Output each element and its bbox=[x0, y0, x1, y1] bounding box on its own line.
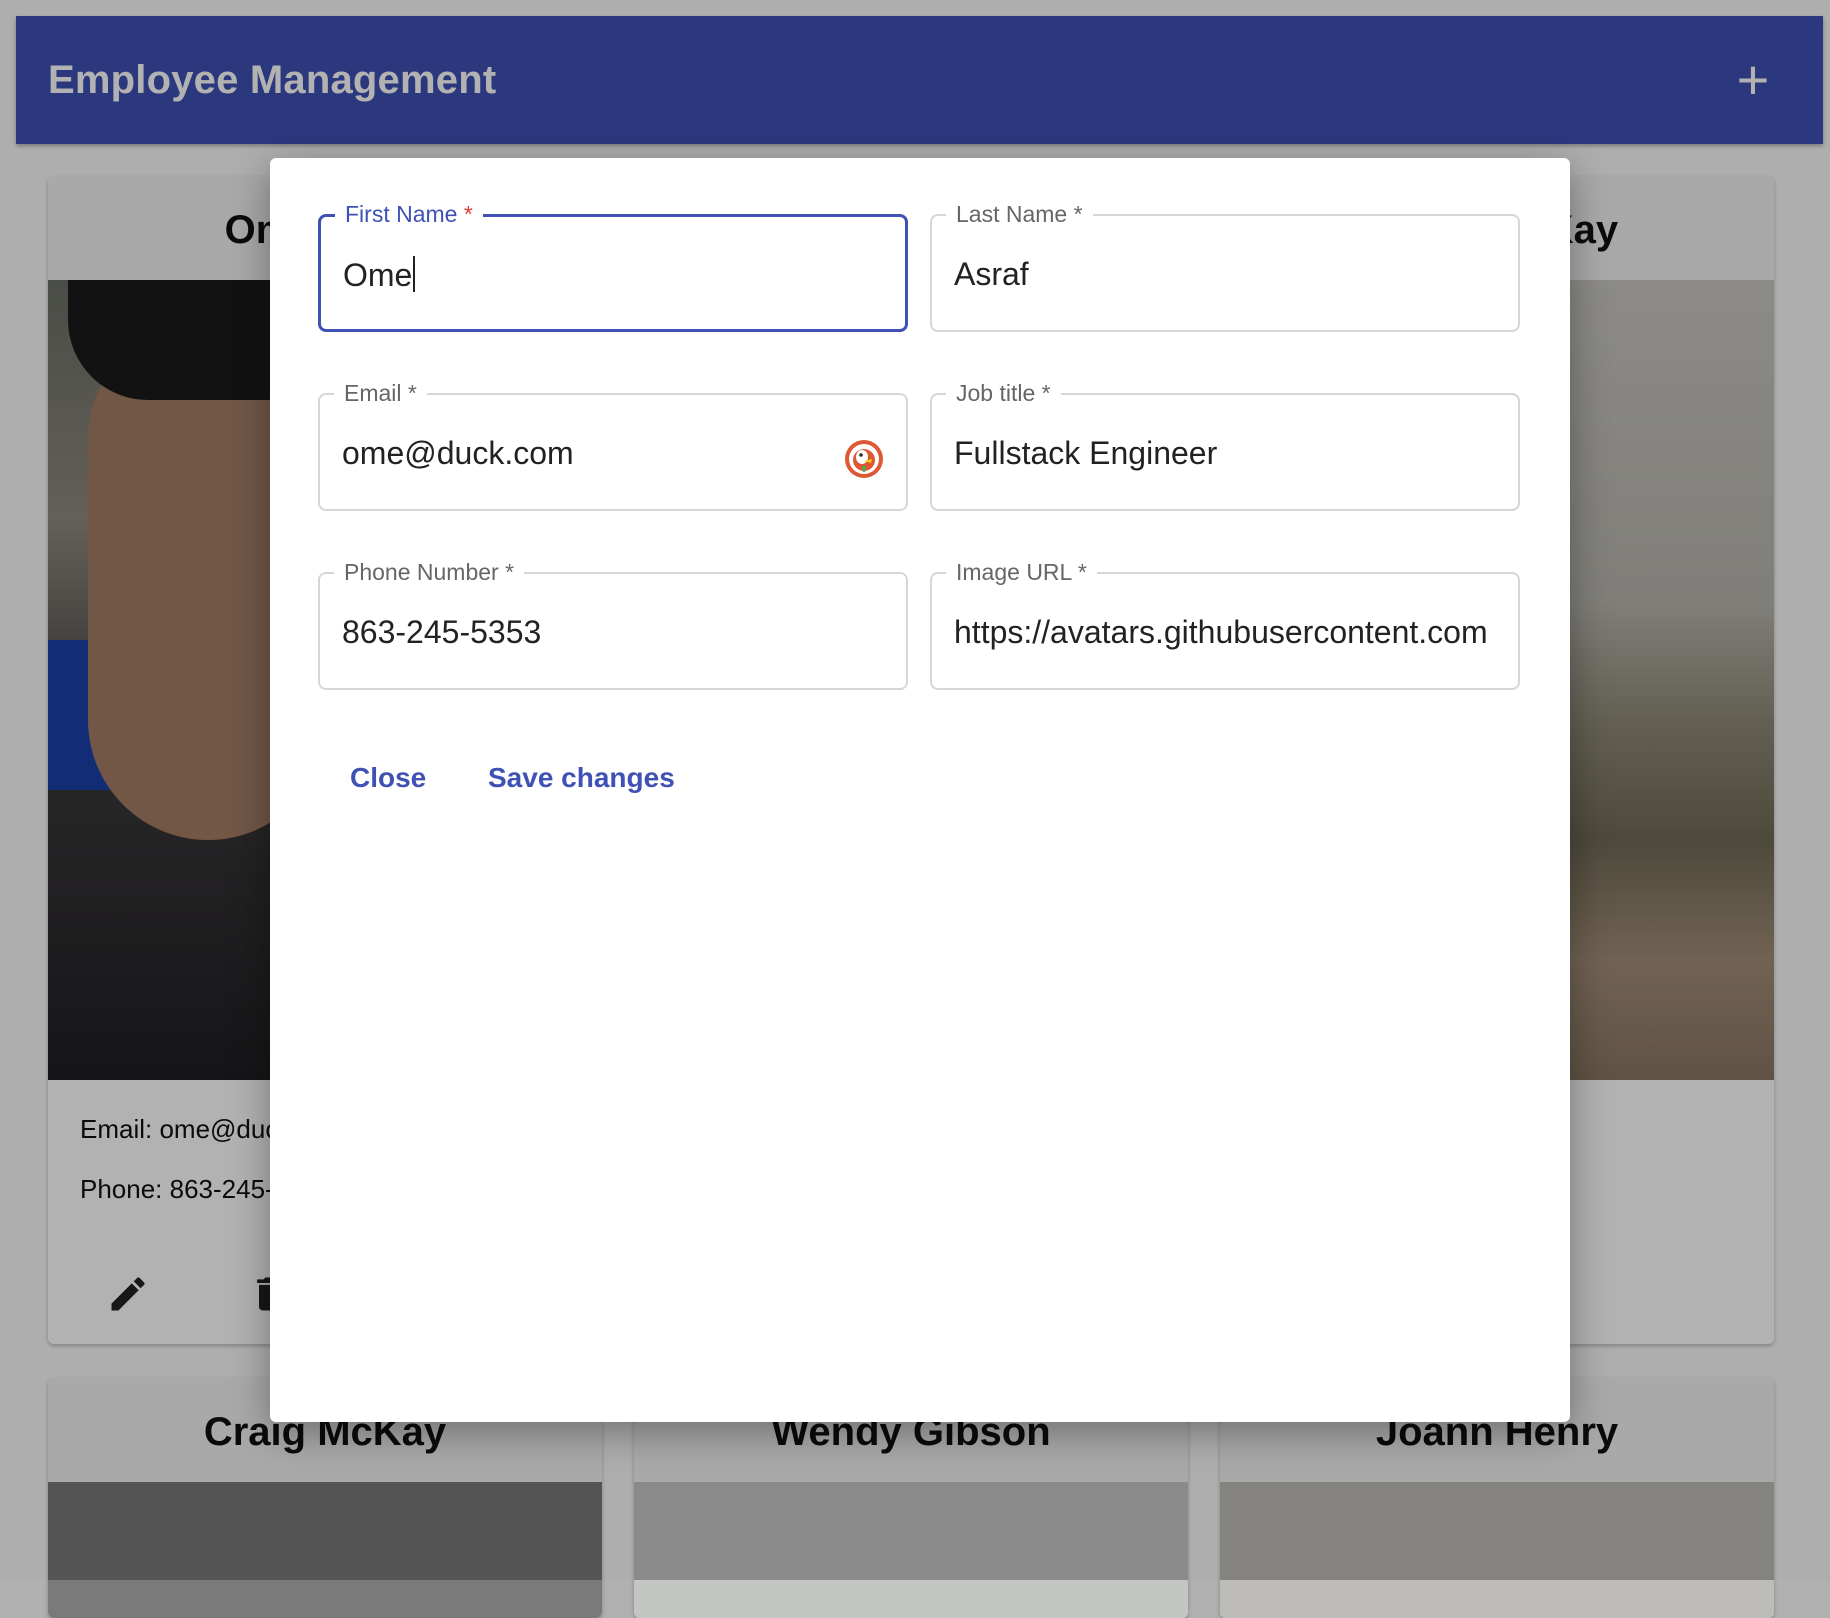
job-title-value: Fullstack Engineer bbox=[954, 435, 1218, 471]
email-label: Email bbox=[344, 380, 402, 406]
image-url-field[interactable]: Image URL * https://avatars.githubuserco… bbox=[930, 558, 1520, 690]
phone-number-value: 863-245-5353 bbox=[342, 614, 542, 650]
save-changes-button[interactable]: Save changes bbox=[488, 760, 675, 796]
required-marker: * bbox=[1073, 201, 1083, 227]
close-button[interactable]: Close bbox=[350, 760, 426, 796]
required-marker: * bbox=[1077, 559, 1087, 585]
image-url-value: https://avatars.githubusercontent.com bbox=[954, 614, 1488, 650]
first-name-field[interactable]: First Name * Ome bbox=[318, 200, 908, 332]
required-marker: * bbox=[1041, 380, 1051, 406]
text-caret bbox=[413, 256, 416, 292]
phone-number-label: Phone Number bbox=[344, 559, 499, 585]
email-field[interactable]: Email * ome@duck.com bbox=[318, 379, 908, 511]
last-name-field[interactable]: Last Name * Asraf bbox=[930, 200, 1520, 332]
image-url-label: Image URL bbox=[956, 559, 1072, 585]
required-marker: * bbox=[463, 201, 473, 227]
job-title-field[interactable]: Job title * Fullstack Engineer bbox=[930, 379, 1520, 511]
required-marker: * bbox=[407, 380, 417, 406]
first-name-value: Ome bbox=[343, 257, 413, 293]
email-value: ome@duck.com bbox=[342, 435, 574, 471]
phone-number-field[interactable]: Phone Number * 863-245-5353 bbox=[318, 558, 908, 690]
edit-employee-dialog: First Name * Ome Last Name * Asraf Email… bbox=[270, 158, 1570, 1422]
job-title-label: Job title bbox=[956, 380, 1036, 406]
first-name-label: First Name bbox=[345, 201, 458, 227]
last-name-value: Asraf bbox=[954, 256, 1029, 292]
required-marker: * bbox=[505, 559, 515, 585]
duckduckgo-icon[interactable] bbox=[844, 439, 884, 479]
last-name-label: Last Name bbox=[956, 201, 1068, 227]
